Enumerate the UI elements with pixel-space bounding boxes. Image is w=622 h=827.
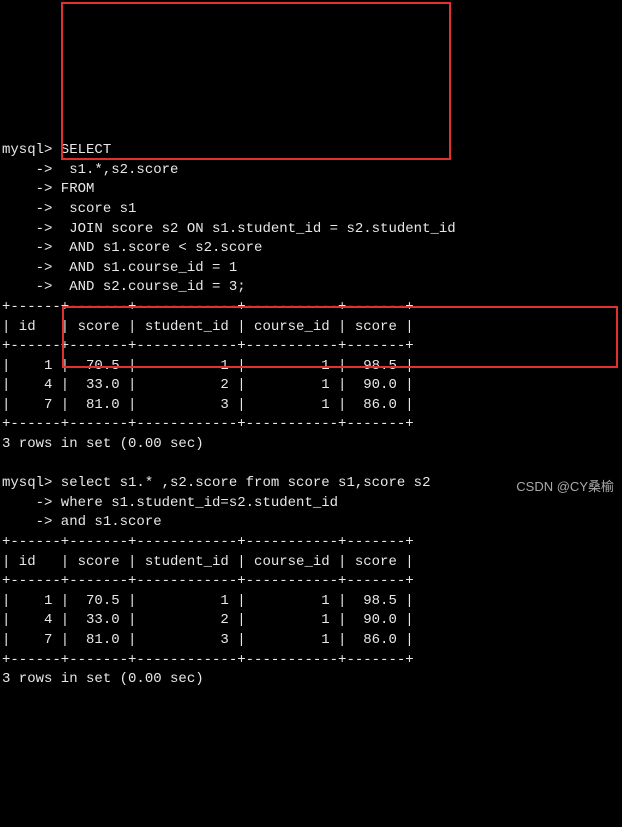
table-row: | 4 | 33.0 | 2 | 1 | 90.0 | <box>2 376 622 396</box>
result-footer: 3 rows in set (0.00 sec) <box>2 670 622 690</box>
table-border: +------+-------+------------+-----------… <box>2 298 622 318</box>
result-footer: 3 rows in set (0.00 sec) <box>2 435 622 455</box>
table-border: +------+-------+------------+-----------… <box>2 415 622 435</box>
sql-line: -> AND s1.score < s2.score <box>2 239 622 259</box>
table-header: | id | score | student_id | course_id | … <box>2 318 622 338</box>
table-row: | 4 | 33.0 | 2 | 1 | 90.0 | <box>2 611 622 631</box>
table-border: +------+-------+------------+-----------… <box>2 337 622 357</box>
table-row: | 1 | 70.5 | 1 | 1 | 98.5 | <box>2 357 622 377</box>
sql-line: -> JOIN score s2 ON s1.student_id = s2.s… <box>2 220 622 240</box>
table-header: | id | score | student_id | course_id | … <box>2 553 622 573</box>
table-border: +------+-------+------------+-----------… <box>2 572 622 592</box>
sql-line: -> AND s1.course_id = 1 <box>2 259 622 279</box>
sql-line: -> and s1.score+------+-------+---------… <box>2 513 622 689</box>
sql-line: -> score s1 <box>2 200 622 220</box>
watermark-label: CSDN @CY桑榆 <box>516 478 614 496</box>
sql-line: -> AND s2.course_id = 3; <box>2 278 622 298</box>
table-row: | 7 | 81.0 | 3 | 1 | 86.0 | <box>2 631 622 651</box>
sql-line: -> FROM <box>2 180 622 200</box>
terminal-output: mysql> SELECT -> s1.*,s2.score -> FROM -… <box>2 141 622 690</box>
blank-line <box>2 455 622 475</box>
sql-line: -> s1.*,s2.score <box>2 161 622 181</box>
table-row: | 7 | 81.0 | 3 | 1 | 86.0 | <box>2 396 622 416</box>
table-border: +------+-------+------------+-----------… <box>2 651 622 671</box>
sql-line: -> where s1.student_id=s2.student_id <box>2 494 622 514</box>
table-row: | 1 | 70.5 | 1 | 1 | 98.5 | <box>2 592 622 612</box>
table-border: +------+-------+------------+-----------… <box>2 533 622 553</box>
sql-line: mysql> SELECT <box>2 141 622 161</box>
highlight-box-1 <box>61 2 451 160</box>
